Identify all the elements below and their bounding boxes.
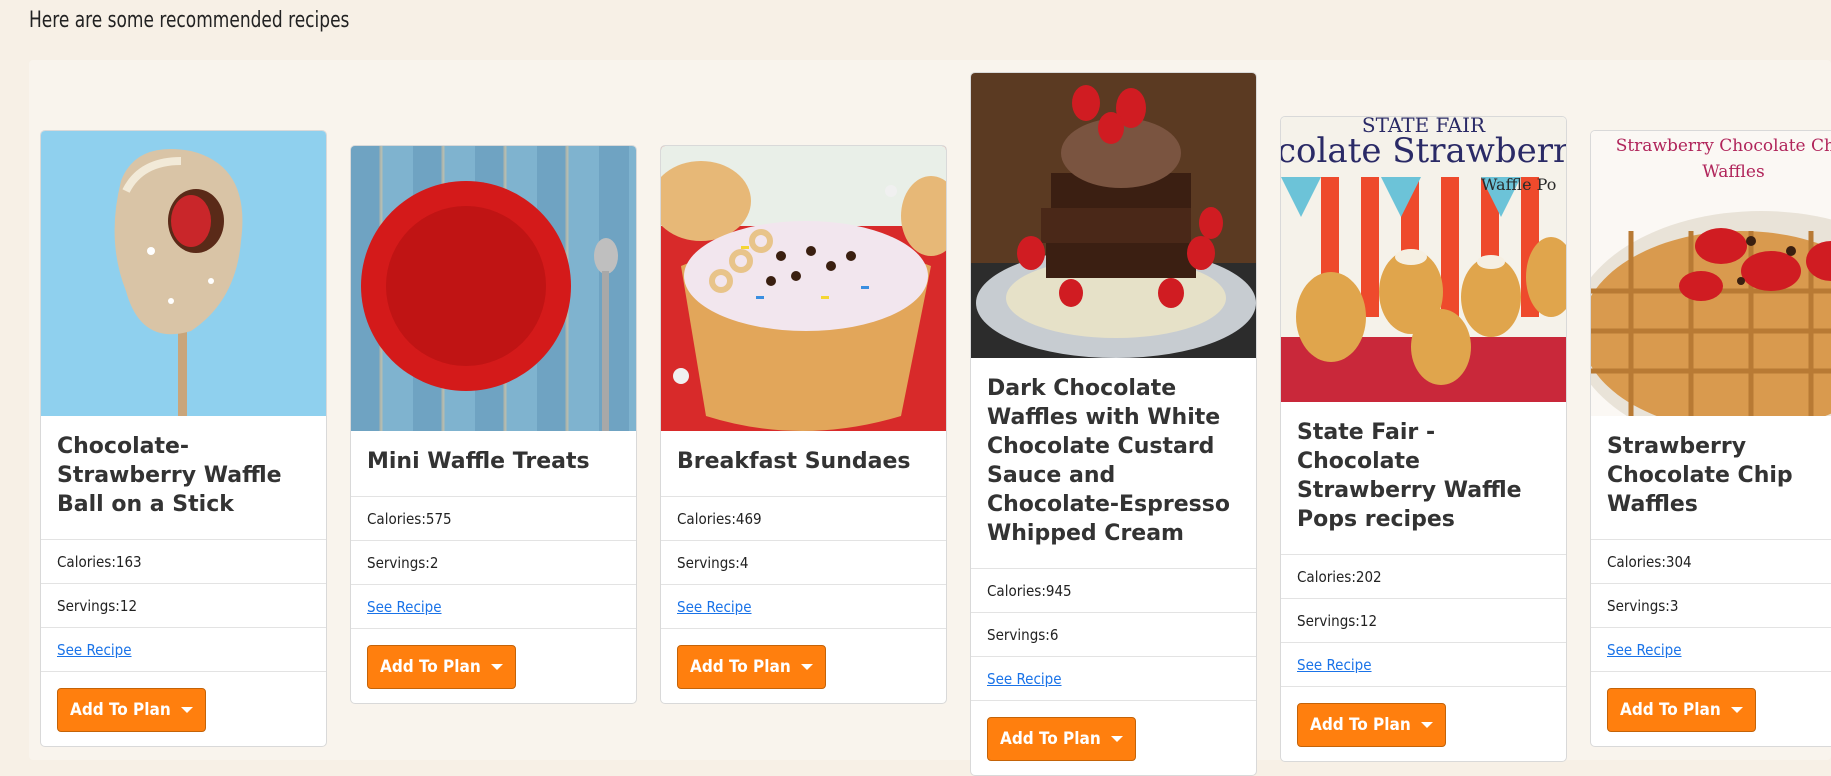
add-to-plan-button[interactable]: Add To Plan — [1297, 703, 1446, 747]
see-recipe-row: See Recipe — [661, 585, 946, 629]
see-recipe-link[interactable]: See Recipe — [1297, 656, 1372, 674]
recipe-card: Breakfast Sundaes Calories: 469 Servings… — [660, 145, 947, 704]
image-caption: colate Strawberr — [1281, 131, 1566, 171]
recipe-title: State Fair - Chocolate Strawberry Waffle… — [1281, 402, 1566, 555]
see-recipe-row: See Recipe — [971, 657, 1256, 701]
add-to-plan-button[interactable]: Add To Plan — [367, 645, 516, 689]
servings-row: Servings: 2 — [351, 541, 636, 585]
recipe-image[interactable] — [661, 146, 946, 431]
image-caption: Waffle Po — [1481, 175, 1557, 194]
caret-down-icon — [800, 664, 813, 670]
recipe-image[interactable] — [971, 73, 1256, 358]
see-recipe-row: See Recipe — [41, 628, 326, 672]
see-recipe-link[interactable]: See Recipe — [367, 598, 442, 616]
see-recipe-row: See Recipe — [1591, 628, 1831, 672]
page-heading: Here are some recommended recipes — [29, 8, 350, 33]
calories-row: Calories: 202 — [1281, 555, 1566, 599]
recipe-title: Strawberry Chocolate Chip Waffles — [1591, 416, 1831, 540]
recipe-card: STATE FAIR colate Strawberr Waffle Po St… — [1280, 116, 1567, 762]
caret-down-icon — [490, 664, 503, 670]
calories-row: Calories: 163 — [41, 540, 326, 584]
recipe-image[interactable] — [351, 146, 636, 431]
recipe-title: Dark Chocolate Waffles with White Chocol… — [971, 358, 1256, 569]
calories-row: Calories: 469 — [661, 497, 946, 541]
caret-down-icon — [1110, 736, 1123, 742]
see-recipe-link[interactable]: See Recipe — [677, 598, 752, 616]
calories-row: Calories: 945 — [971, 569, 1256, 613]
add-to-plan-button[interactable]: Add To Plan — [1607, 688, 1756, 732]
see-recipe-row: See Recipe — [351, 585, 636, 629]
recipe-image[interactable]: STATE FAIR colate Strawberr Waffle Po — [1281, 117, 1566, 402]
servings-row: Servings: 12 — [41, 584, 326, 628]
servings-row: Servings: 3 — [1591, 584, 1831, 628]
see-recipe-link[interactable]: See Recipe — [1607, 641, 1682, 659]
recipe-card: Strawberry Chocolate Chip Waffles Strawb… — [1590, 130, 1831, 747]
recipe-image[interactable] — [41, 131, 326, 416]
servings-row: Servings: 12 — [1281, 599, 1566, 643]
add-to-plan-button[interactable]: Add To Plan — [677, 645, 826, 689]
add-to-plan-button[interactable]: Add To Plan — [987, 717, 1136, 761]
recipe-card: Mini Waffle Treats Calories: 575 Serving… — [350, 145, 637, 704]
caret-down-icon — [1420, 722, 1433, 728]
calories-row: Calories: 575 — [351, 497, 636, 541]
see-recipe-link[interactable]: See Recipe — [57, 641, 132, 659]
calories-row: Calories: 304 — [1591, 540, 1831, 584]
image-caption: Strawberry Chocolate Chip Waffles — [1615, 136, 1831, 182]
see-recipe-link[interactable]: See Recipe — [987, 670, 1062, 688]
servings-row: Servings: 6 — [971, 613, 1256, 657]
servings-row: Servings: 4 — [661, 541, 946, 585]
caret-down-icon — [1730, 707, 1743, 713]
recipe-card: Dark Chocolate Waffles with White Chocol… — [970, 72, 1257, 776]
recipe-image[interactable]: Strawberry Chocolate Chip Waffles — [1591, 131, 1831, 416]
recipe-title: Breakfast Sundaes — [661, 431, 946, 497]
recipe-title: Chocolate-Strawberry Waffle Ball on a St… — [41, 416, 326, 540]
add-to-plan-button[interactable]: Add To Plan — [57, 688, 206, 732]
caret-down-icon — [180, 707, 193, 713]
see-recipe-row: See Recipe — [1281, 643, 1566, 687]
recipe-title: Mini Waffle Treats — [351, 431, 636, 497]
recipe-card: Chocolate-Strawberry Waffle Ball on a St… — [40, 130, 327, 747]
